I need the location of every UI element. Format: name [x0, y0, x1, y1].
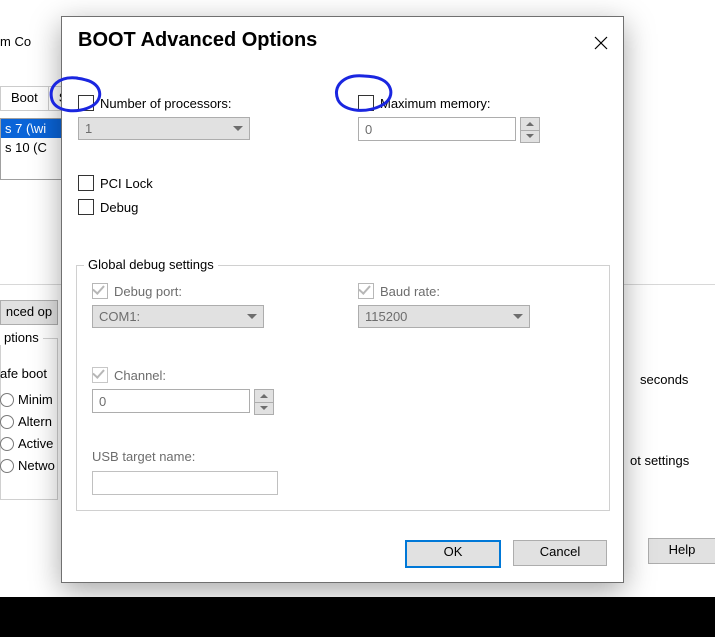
boot-advanced-options-dialog: BOOT Advanced Options Number of processo… — [61, 16, 624, 583]
chevron-down-icon — [233, 126, 243, 131]
ok-button[interactable]: OK — [405, 540, 501, 568]
radio-minimal-label: Minim — [18, 392, 53, 407]
channel-label: Channel: — [114, 368, 166, 383]
maximum-memory-spin-buttons[interactable] — [520, 117, 540, 143]
spin-up-icon — [255, 390, 273, 403]
spin-up-icon[interactable] — [521, 118, 539, 131]
spin-down-icon[interactable] — [521, 131, 539, 143]
radio-altshell-label: Altern — [18, 414, 52, 429]
debug-checkbox[interactable]: Debug — [78, 199, 138, 215]
channel-value: 0 — [99, 394, 106, 409]
close-icon — [594, 36, 608, 50]
checkbox-icon — [78, 175, 94, 191]
number-of-processors-value: 1 — [85, 121, 92, 136]
debug-port-value: COM1: — [99, 309, 140, 324]
channel-checkbox: Channel: — [92, 367, 166, 383]
maximum-memory-value: 0 — [365, 122, 372, 137]
baud-rate-label: Baud rate: — [380, 284, 440, 299]
debug-port-label: Debug port: — [114, 284, 182, 299]
number-of-processors-combo[interactable]: 1 — [78, 117, 250, 140]
debug-port-checkbox: Debug port: — [92, 283, 182, 299]
os-list-row-selected[interactable]: s 7 (\wi — [1, 119, 61, 138]
usb-target-name-label: USB target name: — [92, 449, 195, 464]
advanced-options-button-fragment[interactable]: nced op — [0, 300, 58, 325]
radio-network-label: Netwo — [18, 458, 55, 473]
baud-rate-checkbox: Baud rate: — [358, 283, 440, 299]
safe-boot-checkbox-fragment[interactable]: afe boot — [0, 366, 47, 381]
baud-rate-combo: 115200 — [358, 305, 530, 328]
boot-options-group-title: ptions — [0, 330, 43, 345]
radio-network[interactable]: Netwo — [0, 458, 55, 473]
close-button[interactable] — [589, 31, 613, 55]
maximum-memory-label: Maximum memory: — [380, 96, 491, 111]
checkbox-icon — [78, 199, 94, 215]
pci-lock-label: PCI Lock — [100, 176, 153, 191]
permanent-settings-label-fragment: ot settings — [630, 453, 689, 468]
global-debug-group-title: Global debug settings — [84, 257, 218, 272]
usb-target-name-input — [92, 471, 278, 495]
checkbox-icon — [92, 367, 108, 383]
radio-active-label: Active — [18, 436, 53, 451]
channel-spin-buttons — [254, 389, 274, 415]
checkbox-icon — [78, 95, 94, 111]
pci-lock-checkbox[interactable]: PCI Lock — [78, 175, 153, 191]
radio-minimal[interactable]: Minim — [0, 392, 53, 407]
checkbox-checked-icon — [358, 283, 374, 299]
number-of-processors-checkbox[interactable]: Number of processors: — [78, 95, 232, 111]
baud-rate-value: 115200 — [365, 309, 407, 324]
checkbox-icon — [358, 95, 374, 111]
background-os-list[interactable]: s 7 (\wi s 10 (C — [0, 118, 62, 180]
os-list-row[interactable]: s 10 (C — [1, 138, 61, 157]
maximum-memory-checkbox[interactable]: Maximum memory: — [358, 95, 491, 111]
debug-label: Debug — [100, 200, 138, 215]
radio-alternate-shell[interactable]: Altern — [0, 414, 52, 429]
cancel-button[interactable]: Cancel — [513, 540, 607, 566]
timeout-seconds-label: seconds — [640, 372, 688, 387]
help-button[interactable]: Help — [648, 538, 715, 564]
tab-boot[interactable]: Boot — [0, 86, 49, 110]
chevron-down-icon — [247, 314, 257, 319]
dialog-title: BOOT Advanced Options — [78, 29, 317, 52]
number-of-processors-label: Number of processors: — [100, 96, 232, 111]
radio-active-directory[interactable]: Active — [0, 436, 53, 451]
checkbox-checked-icon — [92, 283, 108, 299]
maximum-memory-spin[interactable]: 0 — [358, 117, 516, 141]
debug-port-combo: COM1: — [92, 305, 264, 328]
chevron-down-icon — [513, 314, 523, 319]
spin-down-icon — [255, 403, 273, 415]
channel-spin: 0 — [92, 389, 250, 413]
background-window-title: m Co — [0, 34, 31, 49]
